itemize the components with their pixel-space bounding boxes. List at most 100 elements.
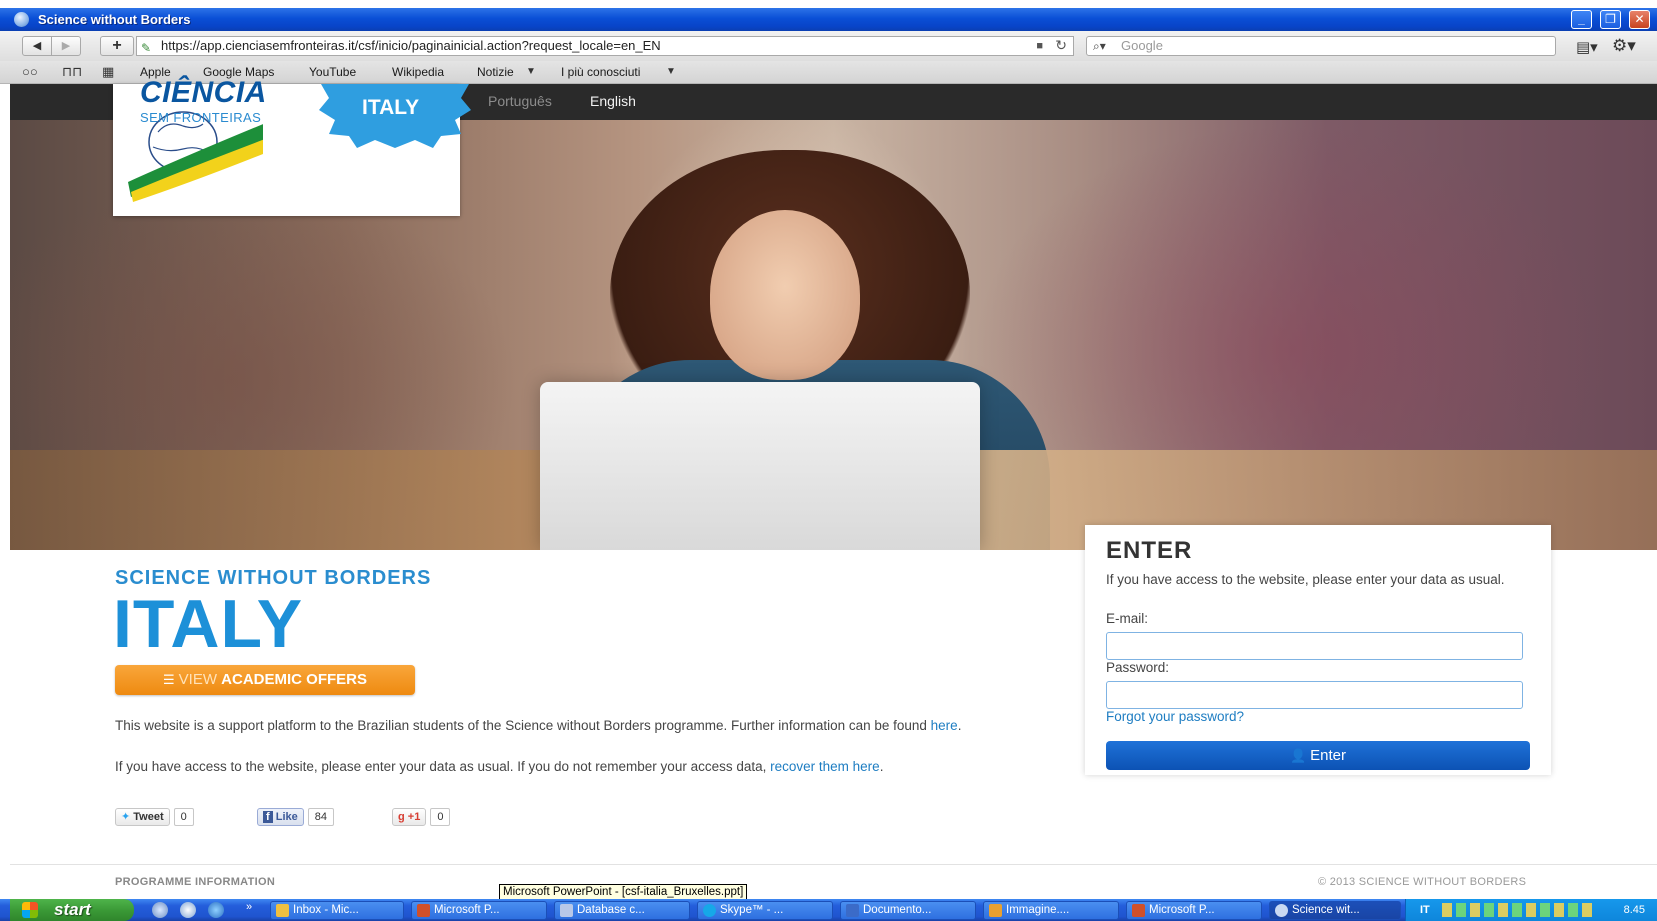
bookmark-notizie[interactable]: Notizie	[477, 61, 514, 83]
google-plus-widget: g +1 0	[392, 808, 451, 826]
facebook-like-button[interactable]: f Like	[257, 808, 304, 826]
access-paragraph: If you have access to the website, pleas…	[115, 758, 1060, 775]
window-title: Science without Borders	[38, 12, 191, 27]
language-english-link[interactable]: English	[590, 93, 636, 109]
page-menu-icon[interactable]: ▤▾	[1576, 38, 1598, 56]
enter-button[interactable]: 👤 Enter	[1106, 741, 1530, 770]
task-skype[interactable]: Skype™ - ...	[697, 901, 833, 920]
password-field[interactable]	[1106, 681, 1523, 709]
forward-button[interactable]: ▶	[51, 36, 81, 56]
task-label: Documento...	[863, 904, 932, 916]
access-text: If you have access to the website, pleas…	[115, 759, 771, 774]
offers-button-pre: VIEW	[178, 671, 217, 688]
reload-icon[interactable]: ↻	[1055, 36, 1067, 54]
powerpoint-icon	[1132, 904, 1145, 917]
search-input[interactable]: ⌕▾ Google	[1086, 36, 1556, 56]
reading-list-icon[interactable]: ○○	[22, 61, 38, 83]
clock[interactable]: 8.45	[1624, 899, 1645, 921]
top-sites-grid-icon[interactable]: ▦	[102, 61, 114, 83]
intro-end: .	[957, 718, 962, 733]
maximize-button[interactable]: ❐	[1600, 10, 1621, 29]
task-inbox[interactable]: Inbox - Mic...	[270, 901, 404, 920]
task-label: Skype™ - ...	[720, 904, 784, 916]
chevron-down-icon: ▼	[526, 66, 536, 77]
bookmark-youtube[interactable]: YouTube	[309, 61, 356, 83]
back-button[interactable]: ◀	[22, 36, 52, 56]
gear-icon[interactable]: ⚙▾	[1612, 36, 1636, 56]
task-powerpoint-1[interactable]: Microsoft P...	[411, 901, 547, 920]
view-academic-offers-button[interactable]: ☰ VIEW ACADEMIC OFFERS	[115, 665, 415, 695]
forgot-password-link[interactable]: Forgot your password?	[1106, 709, 1244, 724]
tweet-widget: ✦ Tweet 0	[115, 808, 194, 826]
logo-ciencia-text: CIÊNCIA	[140, 76, 267, 109]
hero-laptop	[540, 382, 980, 550]
search-icon: ⌕▾	[1093, 39, 1106, 53]
task-label: Inbox - Mic...	[293, 904, 359, 916]
quicklaunch-ie-icon[interactable]	[208, 902, 224, 918]
task-label: Database c...	[577, 904, 645, 916]
lock-icon: ■	[1036, 40, 1043, 52]
facebook-icon: f	[263, 811, 273, 823]
task-science-without-borders[interactable]: Science wit...	[1269, 901, 1401, 920]
tweet-count: 0	[173, 808, 194, 826]
minimize-button[interactable]: _	[1571, 10, 1592, 29]
start-label: start	[54, 900, 91, 919]
page-title: ITALY	[113, 586, 304, 662]
quicklaunch-more-icon[interactable]: »	[246, 901, 252, 913]
task-label: Science wit...	[1292, 904, 1360, 916]
task-label: Microsoft P...	[1149, 904, 1215, 916]
like-label: Like	[275, 811, 298, 823]
bookmark-wikipedia[interactable]: Wikipedia	[392, 61, 444, 83]
task-powerpoint-2[interactable]: Microsoft P...	[1126, 901, 1262, 920]
google-plus-button[interactable]: g +1	[392, 808, 427, 826]
add-bookmark-button[interactable]: +	[100, 36, 134, 56]
tweet-button[interactable]: ✦ Tweet	[115, 808, 170, 826]
quicklaunch-settings-icon[interactable]	[180, 902, 196, 918]
tweet-label: Tweet	[133, 811, 164, 823]
powerpoint-icon	[417, 904, 430, 917]
windows-flag-icon	[22, 902, 38, 918]
bookmarks-book-icon[interactable]: ⊓⊓	[62, 61, 82, 83]
taskbar-tooltip: Microsoft PowerPoint - [csf-italia_Bruxe…	[499, 884, 748, 900]
word-icon	[846, 904, 859, 917]
window-titlebar: Science without Borders _ ❐ ✕	[0, 8, 1657, 31]
plus-count: 0	[430, 808, 451, 826]
offers-button-strong: ACADEMIC OFFERS	[221, 671, 367, 688]
url-text: https://app.cienciasemfronteiras.it/csf/…	[161, 38, 661, 53]
tray-icons[interactable]	[1442, 903, 1592, 917]
programme-information-link[interactable]: PROGRAMME INFORMATION	[115, 876, 275, 888]
hero-person-face	[710, 210, 860, 380]
task-label: Immagine....	[1006, 904, 1070, 916]
recover-link[interactable]: recover them here	[770, 759, 880, 774]
facebook-like-widget: f Like 84	[257, 808, 334, 826]
further-info-link[interactable]: here	[931, 718, 958, 733]
plus-label: +1	[407, 811, 421, 823]
password-label: Password:	[1106, 660, 1170, 675]
close-button[interactable]: ✕	[1629, 10, 1650, 29]
database-icon	[560, 904, 573, 917]
task-label: Microsoft P...	[434, 904, 500, 916]
language-portuguese-link[interactable]: Português	[488, 93, 552, 109]
list-icon: ☰	[162, 672, 175, 687]
google-plus-icon: g	[398, 811, 405, 823]
address-bar[interactable]: ✎ https://app.cienciasemfronteiras.it/cs…	[136, 36, 1074, 56]
browser-toolbar: ◀ ▶ + ✎ https://app.cienciasemfronteiras…	[0, 31, 1657, 61]
site-icon: ✎	[141, 41, 152, 55]
copyright-text: © 2013 SCIENCE WITHOUT BORDERS	[1318, 876, 1527, 888]
top-strip	[0, 0, 1657, 8]
image-viewer-icon	[989, 904, 1002, 917]
windows-taskbar: start » Inbox - Mic... Microsoft P... Da…	[0, 899, 1657, 921]
start-button[interactable]: start	[10, 899, 134, 921]
skype-icon	[703, 904, 716, 917]
enter-button-label: Enter	[1310, 747, 1347, 764]
email-field[interactable]	[1106, 632, 1523, 660]
screen: Science without Borders _ ❐ ✕ ◀ ▶ + ✎ ht…	[0, 0, 1657, 921]
task-database[interactable]: Database c...	[554, 901, 690, 920]
outlook-icon	[276, 904, 289, 917]
task-immagine[interactable]: Immagine....	[983, 901, 1119, 920]
quicklaunch-browser-icon[interactable]	[152, 902, 168, 918]
chevron-down-icon: ▼	[666, 66, 676, 77]
task-documento[interactable]: Documento...	[840, 901, 976, 920]
bookmark-most-visited[interactable]: I più conosciuti	[561, 61, 640, 83]
input-language-indicator[interactable]: IT	[1420, 899, 1430, 921]
